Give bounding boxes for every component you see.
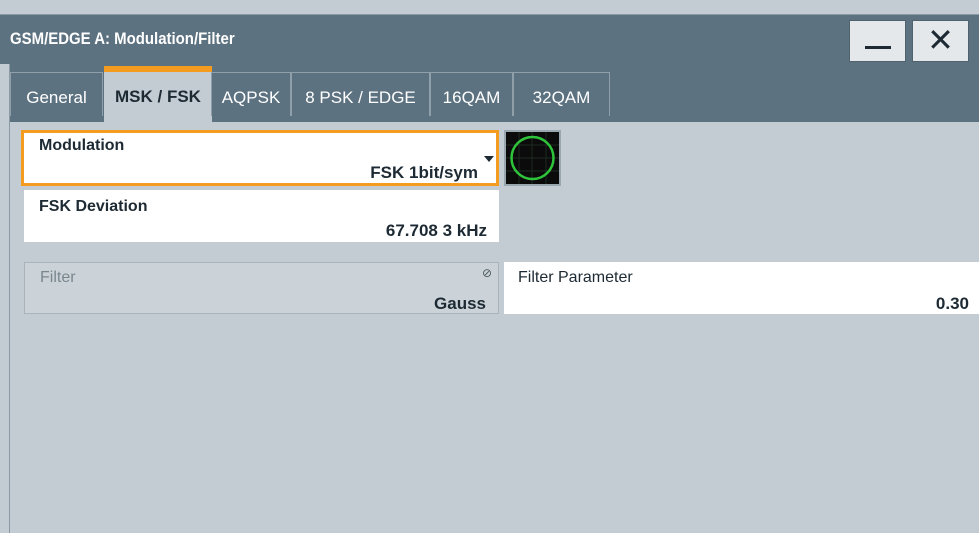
tab-8psk-edge[interactable]: 8 PSK / EDGE [291, 72, 430, 116]
tab-label: 8 PSK / EDGE [305, 88, 416, 107]
modulation-label: Modulation [39, 137, 125, 154]
filter-parameter-label: Filter Parameter [518, 269, 633, 286]
tab-label: 32QAM [532, 88, 591, 107]
modulation-select[interactable]: Modulation FSK 1bit/sym [21, 130, 499, 186]
fsk-deviation-value: 67.708 3 kHz [385, 221, 487, 240]
window-title: GSM/EDGE A: Modulation/Filter [10, 29, 235, 48]
tab-strip: General MSK / FSK AQPSK 8 PSK / EDGE 16Q… [10, 64, 979, 122]
dialog-window: GSM/EDGE A: Modulation/Filter ✕ General … [0, 0, 979, 533]
constellation-button[interactable] [504, 130, 561, 186]
tab-aqpsk[interactable]: AQPSK [211, 72, 291, 116]
tab-label: AQPSK [221, 88, 281, 107]
close-button[interactable]: ✕ [912, 20, 969, 62]
filter-parameter-value: 0.30 [935, 294, 969, 313]
filter-field: Filter ⊘ Gauss [24, 262, 499, 314]
filter-value: Gauss [434, 294, 486, 313]
disabled-icon: ⊘ [481, 266, 492, 280]
tab-msk-fsk[interactable]: MSK / FSK [104, 66, 212, 122]
tab-label: MSK / FSK [115, 87, 201, 106]
minimize-icon [865, 46, 891, 49]
constellation-icon [506, 132, 559, 184]
tab-label: 16QAM [442, 88, 501, 107]
tab-32qam[interactable]: 32QAM [513, 72, 610, 116]
fsk-deviation-label: FSK Deviation [39, 198, 148, 215]
dropdown-caret-icon [484, 156, 494, 162]
minimize-button[interactable] [849, 20, 906, 62]
filter-parameter-field[interactable]: Filter Parameter 0.30 [504, 262, 979, 314]
title-bar[interactable]: GSM/EDGE A: Modulation/Filter ✕ [0, 14, 979, 65]
modulation-value: FSK 1bit/sym [370, 163, 478, 182]
left-edge [0, 64, 10, 533]
tab-general[interactable]: General [10, 72, 103, 116]
tab-label: General [26, 88, 87, 107]
tab-content: Modulation FSK 1bit/sym FSK Deviation 67… [10, 122, 979, 533]
filter-label: Filter [40, 269, 76, 286]
fsk-deviation-field[interactable]: FSK Deviation 67.708 3 kHz [24, 190, 499, 242]
close-icon: ✕ [927, 22, 954, 58]
tab-16qam[interactable]: 16QAM [430, 72, 513, 116]
